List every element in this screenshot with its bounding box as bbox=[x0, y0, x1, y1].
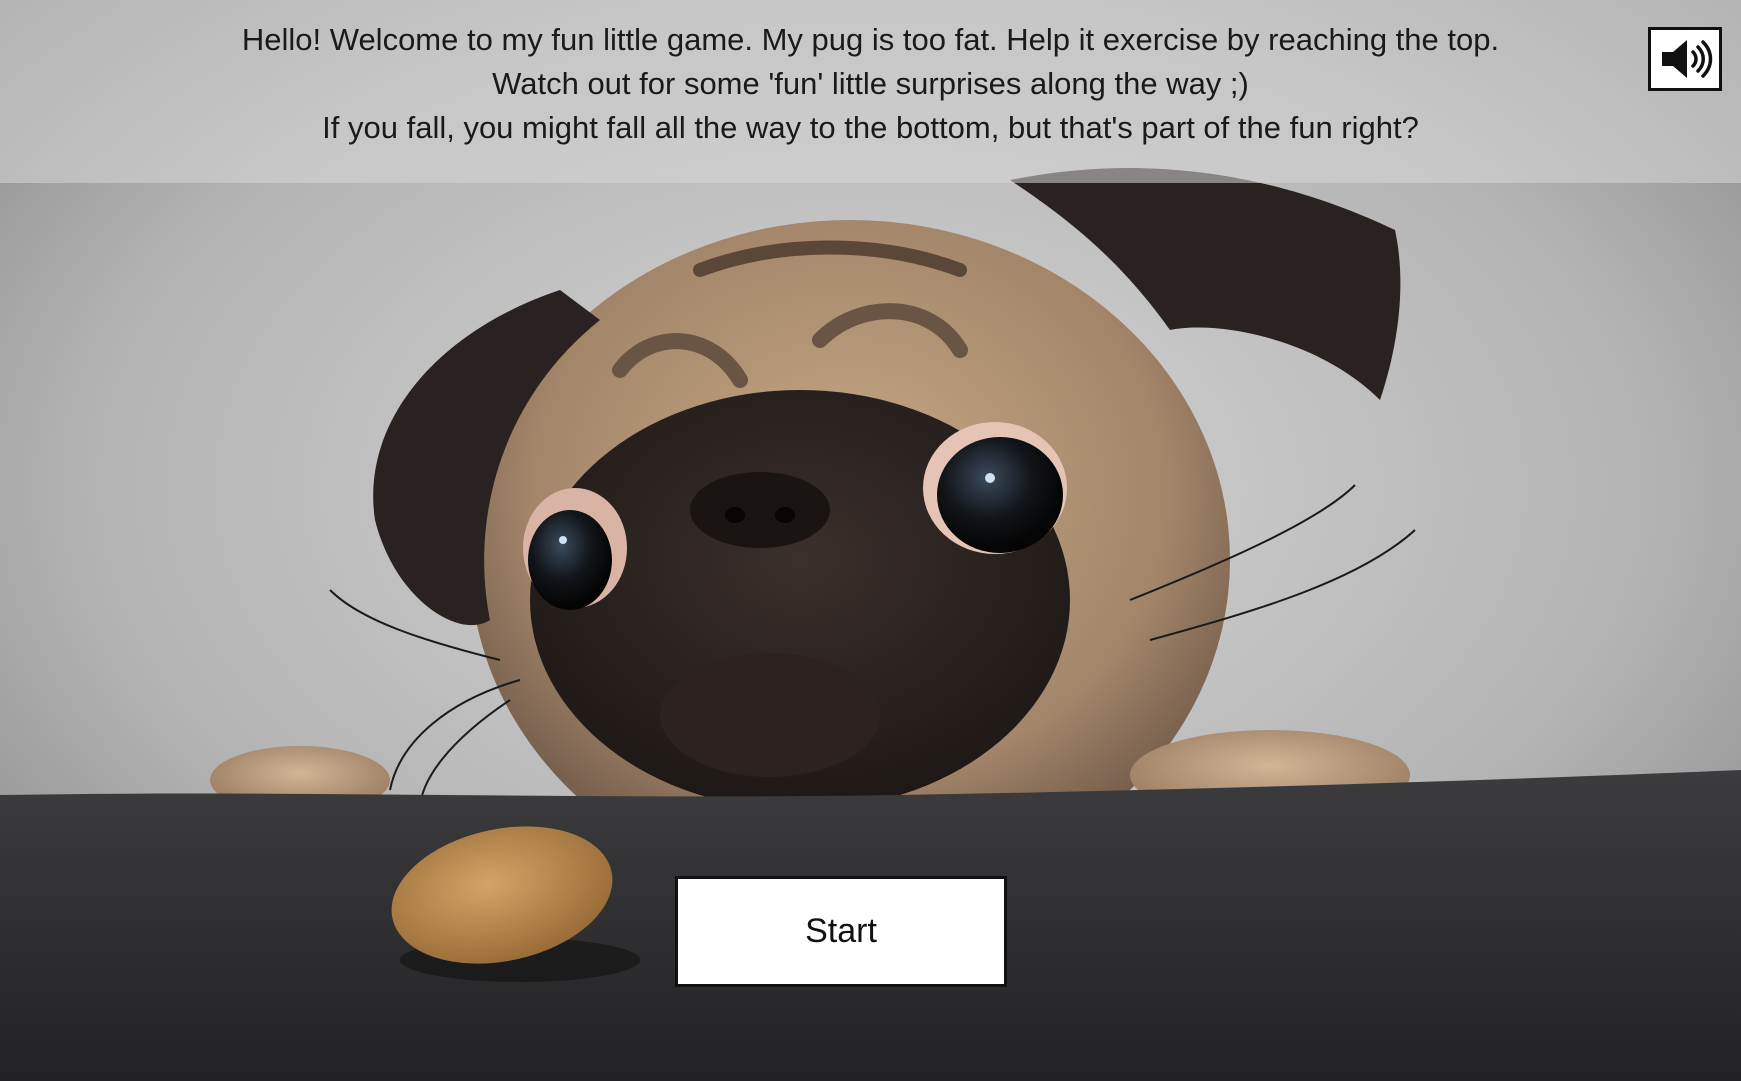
game-screen: Hello! Welcome to my fun little game. My… bbox=[0, 0, 1741, 1081]
instructions-panel: Hello! Welcome to my fun little game. My… bbox=[0, 0, 1741, 183]
instructions-text: Hello! Welcome to my fun little game. My… bbox=[0, 18, 1741, 150]
sound-toggle-button[interactable] bbox=[1648, 27, 1722, 91]
instructions-line-3: If you fall, you might fall all the way … bbox=[322, 110, 1419, 145]
speaker-volume-icon bbox=[1662, 40, 1713, 78]
start-button[interactable]: Start bbox=[675, 876, 1007, 987]
instructions-line-1: Hello! Welcome to my fun little game. My… bbox=[241, 22, 1500, 57]
instructions-line-2: Watch out for some 'fun' little surprise… bbox=[492, 66, 1249, 101]
